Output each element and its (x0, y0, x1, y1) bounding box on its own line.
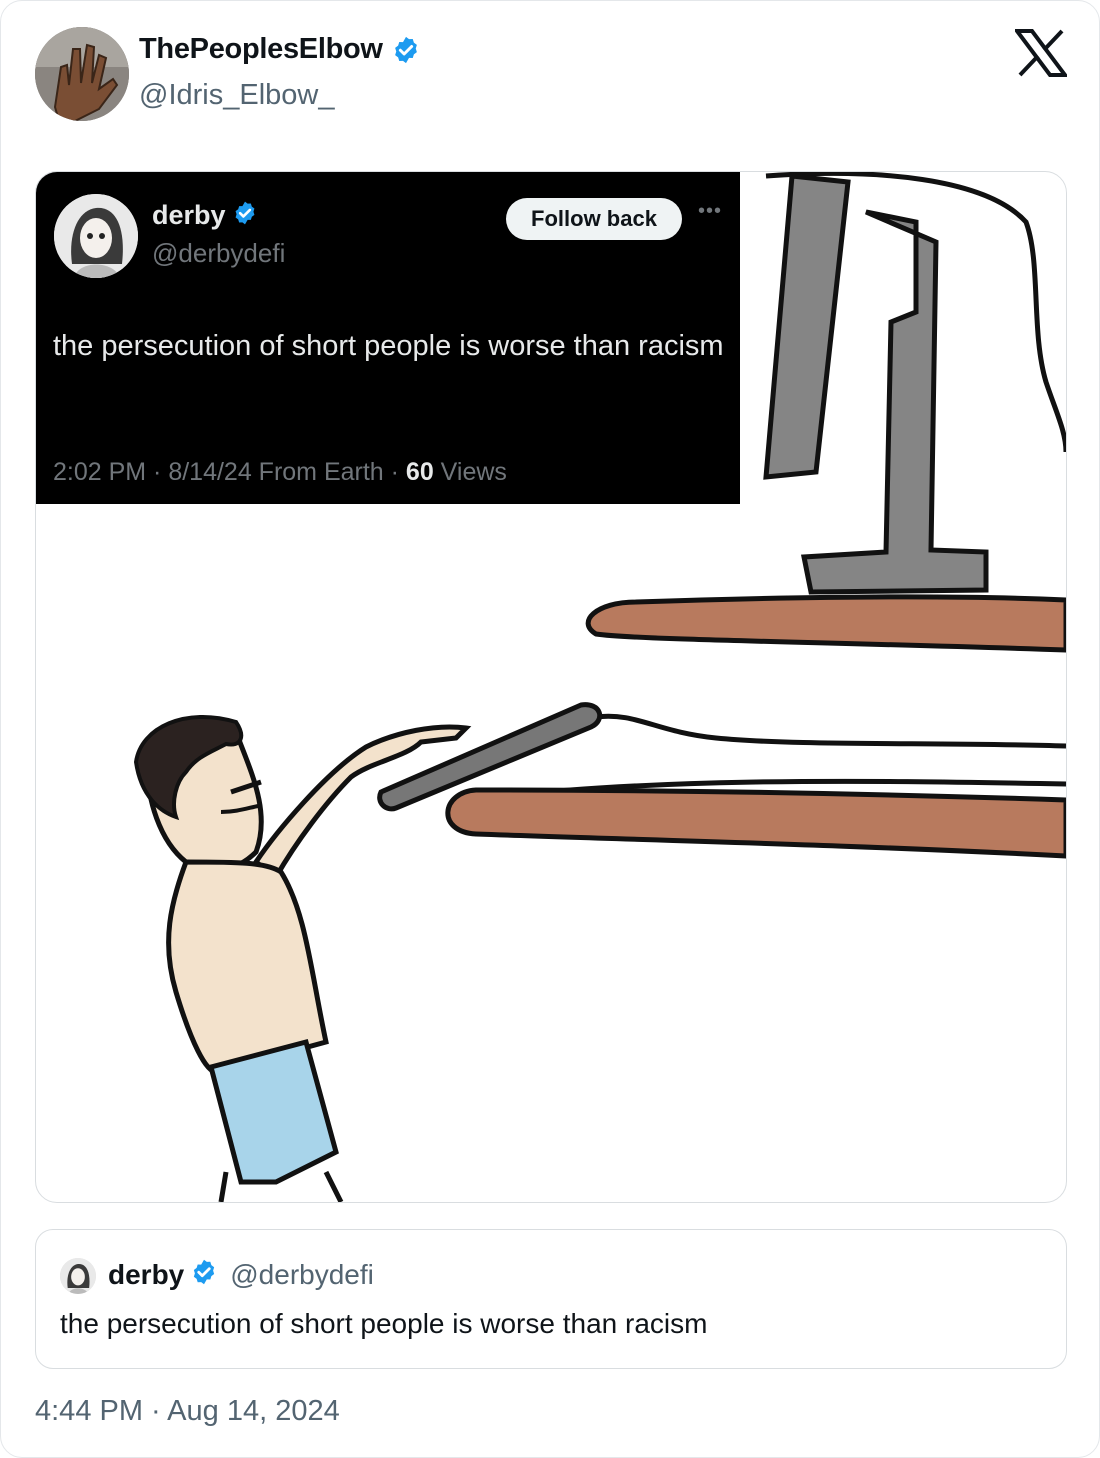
inner-author-handle: @derbydefi (152, 238, 286, 268)
inner-author-name: derby (152, 200, 226, 230)
inner-views-count: 60 (405, 458, 434, 486)
anime-avatar-image (54, 194, 138, 278)
x-logo-icon[interactable] (1013, 29, 1069, 77)
verified-badge-icon (190, 1258, 218, 1291)
follow-back-button: Follow back (506, 198, 682, 240)
tweet-media-image[interactable]: derby @derbydefi Follow back ••• the per… (35, 171, 1067, 1203)
hand-avatar-image (35, 27, 129, 121)
inner-meta-prefix: 2:02 PM · 8/14/24 From Earth · (53, 458, 406, 486)
embedded-tweet-screenshot: derby @derbydefi Follow back ••• the per… (36, 172, 740, 504)
verified-badge-icon (232, 200, 258, 231)
verified-badge-icon (391, 35, 421, 65)
author-name[interactable]: ThePeoplesElbow (139, 33, 383, 66)
anime-avatar-image (60, 1258, 96, 1294)
inner-tweet-meta: 2:02 PM · 8/14/24 From Earth · 60 Views (53, 458, 507, 487)
inner-avatar (54, 194, 138, 278)
tweet-card: ThePeoplesElbow @Idris_Elbow_ derby @der… (0, 0, 1100, 1458)
author-handle[interactable]: @Idris_Elbow_ (139, 79, 334, 112)
quote-avatar[interactable] (60, 1258, 96, 1294)
inner-tweet-text: the persecution of short people is worse… (53, 330, 724, 362)
quoted-tweet[interactable]: derby @derbydefi the persecution of shor… (35, 1229, 1067, 1369)
inner-views-label: Views (433, 458, 507, 486)
tweet-timestamp[interactable]: 4:44 PM · Aug 14, 2024 (35, 1395, 340, 1428)
quote-author-name[interactable]: derby (108, 1259, 184, 1291)
author-avatar[interactable] (35, 27, 129, 121)
quote-author-handle[interactable]: @derbydefi (230, 1259, 374, 1291)
quote-text: the persecution of short people is worse… (60, 1308, 708, 1339)
more-dots-icon: ••• (698, 200, 723, 222)
